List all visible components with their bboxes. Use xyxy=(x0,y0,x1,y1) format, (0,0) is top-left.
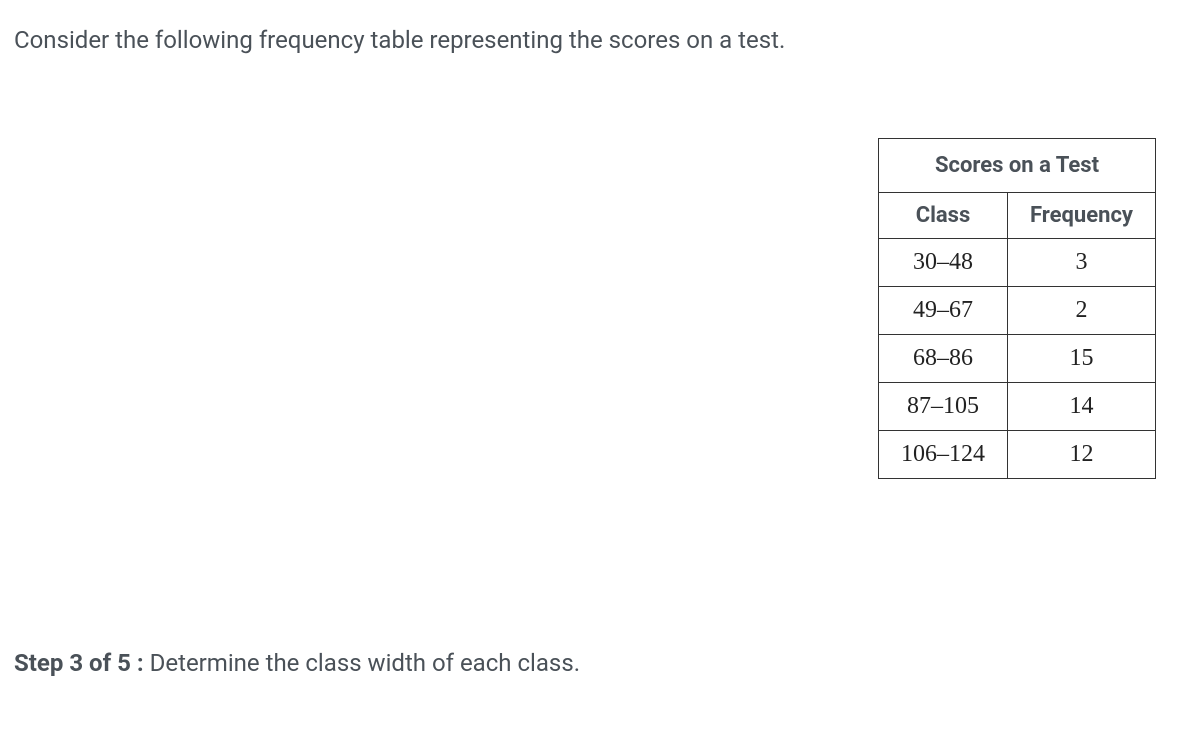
step-text: Determine the class width of each class. xyxy=(144,649,580,677)
table-row: 68–86 15 xyxy=(878,334,1155,382)
cell-class: 106–124 xyxy=(878,430,1007,478)
cell-class: 87–105 xyxy=(878,382,1007,430)
column-header-class: Class xyxy=(878,192,1007,238)
cell-frequency: 15 xyxy=(1007,334,1155,382)
cell-frequency: 14 xyxy=(1007,382,1155,430)
step-number: Step 3 of 5 : xyxy=(14,649,144,677)
intro-text: Consider the following frequency table r… xyxy=(14,24,1186,58)
step-instruction: Step 3 of 5 : Determine the class width … xyxy=(14,649,1186,677)
cell-frequency: 3 xyxy=(1007,238,1155,286)
cell-frequency: 12 xyxy=(1007,430,1155,478)
table-title: Scores on a Test xyxy=(878,138,1155,192)
table-row: 49–67 2 xyxy=(878,286,1155,334)
table-row: 87–105 14 xyxy=(878,382,1155,430)
cell-frequency: 2 xyxy=(1007,286,1155,334)
cell-class: 49–67 xyxy=(878,286,1007,334)
table-row: 106–124 12 xyxy=(878,430,1155,478)
table-container: Scores on a Test Class Frequency 30–48 3… xyxy=(14,138,1186,479)
table-row: 30–48 3 xyxy=(878,238,1155,286)
column-header-frequency: Frequency xyxy=(1007,192,1155,238)
cell-class: 30–48 xyxy=(878,238,1007,286)
cell-class: 68–86 xyxy=(878,334,1007,382)
frequency-table: Scores on a Test Class Frequency 30–48 3… xyxy=(878,138,1156,479)
